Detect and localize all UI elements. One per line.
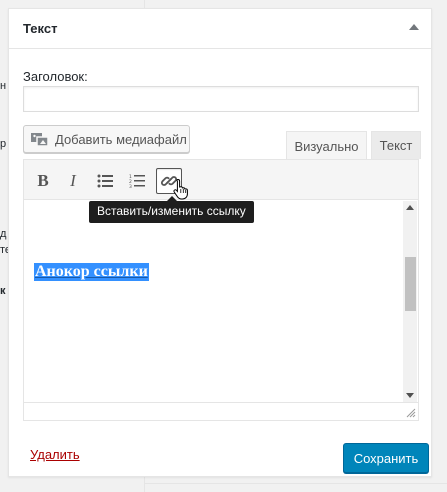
- link-tooltip: Вставить/изменить ссылку: [89, 196, 254, 223]
- tab-visual[interactable]: Визуально: [286, 131, 367, 160]
- numbered-list-icon: 1 2 3: [129, 174, 145, 188]
- background-text-fragment: д: [0, 228, 7, 240]
- title-input[interactable]: [23, 86, 419, 112]
- background-text-fragment: н: [0, 80, 7, 92]
- bold-button[interactable]: B: [30, 168, 56, 194]
- link-icon: [161, 176, 177, 186]
- editor-statusbar: [24, 402, 418, 420]
- italic-button[interactable]: I: [60, 168, 86, 194]
- editor-scrollbar[interactable]: [403, 201, 417, 403]
- background-text-fragment: к: [0, 285, 6, 297]
- rich-text-editor: B I 1 2 3 Анокор ссылки: [23, 159, 419, 421]
- media-icon: [31, 133, 49, 147]
- bold-icon: B: [37, 171, 49, 190]
- bulleted-list-button[interactable]: [92, 168, 118, 194]
- add-media-button[interactable]: Добавить медиафайл: [23, 125, 190, 153]
- editor-content[interactable]: Анокор ссылки: [24, 201, 418, 403]
- italic-icon: I: [70, 171, 76, 190]
- tab-text[interactable]: Текст: [371, 131, 421, 159]
- save-button[interactable]: Сохранить: [343, 443, 429, 473]
- collapse-arrow-icon[interactable]: [409, 24, 419, 30]
- scroll-down-arrow-icon[interactable]: [406, 393, 414, 398]
- bulleted-list-icon: [97, 174, 113, 188]
- selected-anchor-text[interactable]: Анокор ссылки: [34, 263, 149, 281]
- widget-header[interactable]: Текст: [9, 9, 431, 49]
- svg-text:3: 3: [129, 184, 132, 188]
- text-widget: Текст Заголовок: Добавить медиафайл Визу…: [8, 8, 432, 477]
- editor-toolbar: B I 1 2 3: [24, 160, 418, 200]
- insert-link-button[interactable]: [156, 168, 182, 194]
- widget-title: Текст: [23, 21, 58, 36]
- numbered-list-button[interactable]: 1 2 3: [124, 168, 150, 194]
- delete-link[interactable]: Удалить: [30, 447, 80, 462]
- add-media-label: Добавить медиафайл: [55, 131, 187, 147]
- background-text-fragment: р: [0, 138, 7, 150]
- scroll-up-arrow-icon[interactable]: [406, 205, 414, 210]
- title-field-label: Заголовок:: [23, 69, 88, 84]
- resize-handle-icon[interactable]: [406, 408, 416, 418]
- scrollbar-thumb[interactable]: [405, 257, 416, 311]
